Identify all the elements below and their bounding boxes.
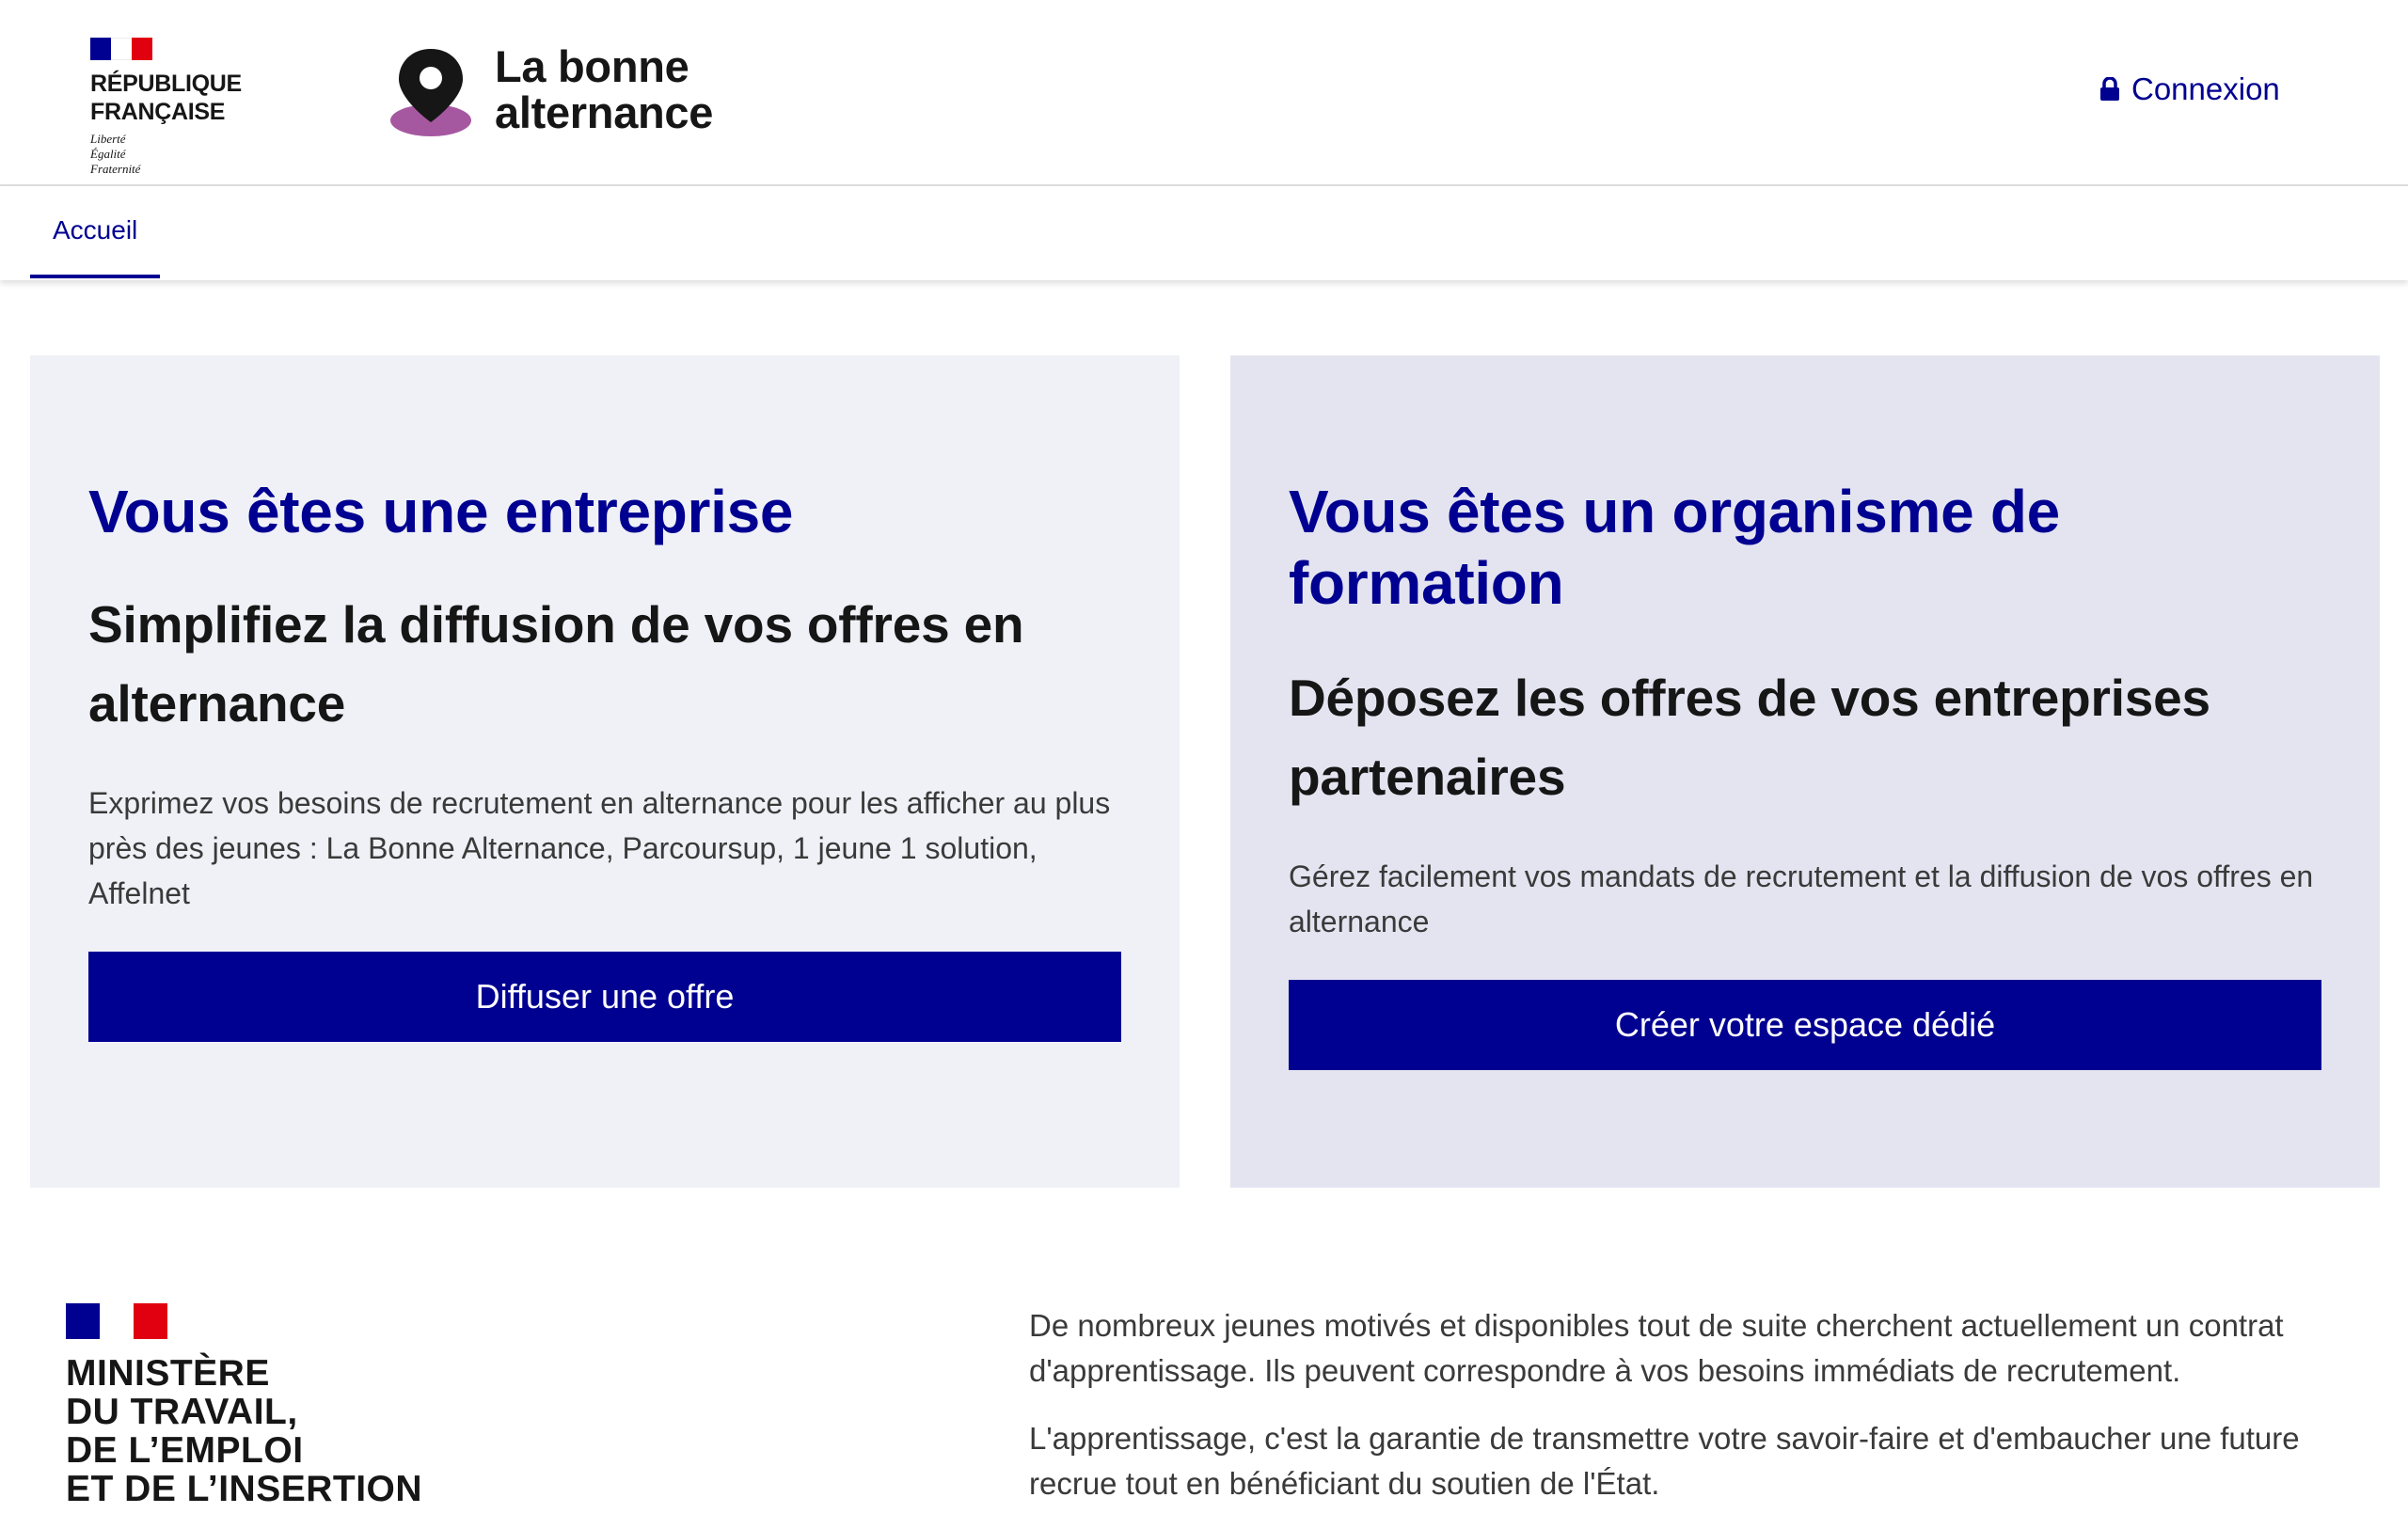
ministry-name: MINISTÈRE DU TRAVAIL, DE L’EMPLOI ET DE …: [66, 1353, 423, 1509]
main-navigation: Accueil: [0, 186, 2408, 280]
tab-accueil[interactable]: Accueil: [30, 186, 161, 278]
ministry-logo: MINISTÈRE DU TRAVAIL, DE L’EMPLOI ET DE …: [66, 1303, 422, 1508]
marianne-flag-icon: [90, 38, 152, 60]
training-card-text: Gérez facilement vos mandats de recrutem…: [1289, 859, 2314, 938]
lock-icon: [2100, 77, 2119, 101]
create-space-button[interactable]: Créer votre espace dédié: [1289, 980, 2321, 1070]
site-header: RÉPUBLIQUE FRANÇAISE Liberté Égalité Fra…: [0, 0, 2408, 186]
marianne-flag-icon: [66, 1303, 167, 1339]
apprenticeship-description: De nombreux jeunes motivés et disponible…: [1029, 1303, 2384, 1529]
republic-name: RÉPUBLIQUE FRANÇAISE: [90, 71, 242, 125]
company-card-title: Vous êtes une entreprise: [88, 478, 794, 545]
training-card-title: Vous êtes un organisme de formation: [1289, 478, 2060, 617]
company-card-subtitle: Simplifiez la diffusion de vos offres en…: [88, 595, 1024, 733]
map-pin-icon[interactable]: [389, 47, 472, 137]
republique-francaise-logo[interactable]: RÉPUBLIQUE FRANÇAISE Liberté Égalité Fra…: [90, 38, 372, 177]
login-label: Connexion: [2131, 71, 2280, 106]
login-button[interactable]: Connexion: [2099, 71, 2280, 107]
training-card-subtitle: Déposez les offres de vos entreprises pa…: [1289, 669, 2210, 806]
training-card: Vous êtes un organisme de formation Dépo…: [1230, 355, 2380, 1188]
app-title[interactable]: La bonne alternance: [495, 43, 713, 135]
description-paragraph: De nombreux jeunes motivés et disponible…: [1029, 1308, 2284, 1388]
description-paragraph: L'apprentissage, c'est la garantie de tr…: [1029, 1421, 2300, 1501]
post-offer-button[interactable]: Diffuser une offre: [88, 952, 1121, 1042]
company-card: Vous êtes une entreprise Simplifiez la d…: [30, 355, 1180, 1188]
company-card-text: Exprimez vos besoins de recrutement en a…: [88, 786, 1111, 910]
republic-motto: Liberté Égalité Fraternité: [90, 132, 141, 176]
